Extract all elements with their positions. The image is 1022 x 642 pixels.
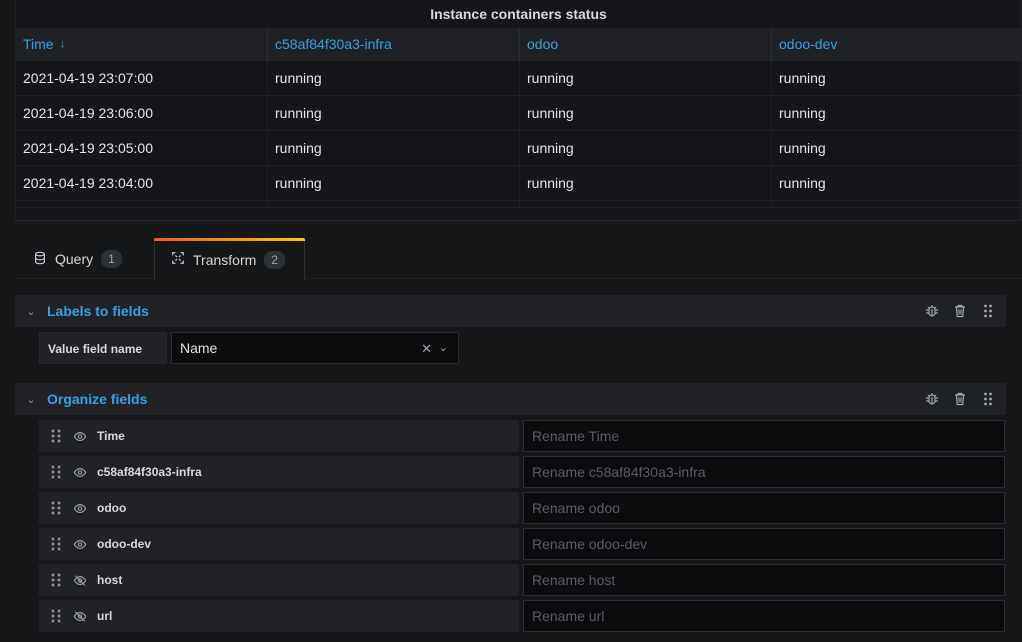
eye-icon[interactable] [73, 465, 87, 480]
table-cell [520, 201, 772, 208]
section-title[interactable]: Labels to fields [47, 303, 149, 319]
field-name: url [97, 609, 113, 623]
chevron-down-icon[interactable]: ⌄ [15, 393, 47, 406]
tab-label: Query [55, 251, 94, 267]
drag-handle-icon[interactable] [980, 303, 996, 319]
eye-slash-icon[interactable] [73, 609, 87, 624]
column-header-label: Time [23, 36, 54, 52]
eye-slash-icon[interactable] [73, 573, 87, 588]
table-cell: running [268, 96, 520, 131]
column-header-label: c58af84f30a3-infra [275, 36, 392, 52]
value-field-name-label: Value field name [39, 332, 167, 364]
drag-handle-icon[interactable] [980, 391, 996, 407]
table-cell: running [520, 131, 772, 166]
eye-icon[interactable] [73, 429, 87, 444]
trash-icon[interactable] [952, 303, 968, 319]
rename-host-input[interactable] [523, 564, 1005, 596]
column-header-odoo[interactable]: odoo [520, 28, 772, 61]
tab-query[interactable]: Query 1 [17, 238, 155, 280]
table-row: 2021-04-19 23:06:00 running running runn… [16, 96, 1021, 131]
table-cell: running [268, 166, 520, 201]
tab-transform[interactable]: Transform 2 [154, 238, 305, 280]
drag-handle-icon[interactable] [39, 572, 73, 588]
table-cell: running [520, 166, 772, 201]
sort-descending-icon: ↓ [59, 38, 66, 50]
value-field-name-select[interactable]: Name ✕ ⌄ [171, 332, 459, 364]
chevron-down-icon[interactable]: ⌄ [15, 305, 47, 318]
field-row-url: url [39, 600, 519, 632]
table-cell [16, 201, 268, 208]
drag-handle-icon[interactable] [39, 536, 73, 552]
value-field-name-row: Value field name Name ✕ ⌄ [39, 332, 459, 364]
debug-bug-icon[interactable] [924, 303, 940, 319]
column-header-label: odoo [527, 36, 559, 52]
field-name: Time [97, 429, 125, 443]
table-cell: running [779, 175, 826, 191]
rename-infra-input[interactable] [523, 456, 1005, 488]
table-cell: 2021-04-19 23:04:00 [16, 166, 268, 201]
tab-count-badge: 1 [101, 250, 122, 268]
table-cell: running [779, 105, 826, 121]
field-row-host: host [39, 564, 519, 596]
rename-url-input[interactable] [523, 600, 1005, 632]
section-actions [924, 295, 996, 327]
table-cell [772, 201, 1021, 208]
section-actions [924, 383, 996, 415]
table-cell: running [520, 61, 772, 96]
column-header-time[interactable]: Time ↓ [16, 28, 268, 61]
column-header-infra[interactable]: c58af84f30a3-infra [268, 28, 520, 61]
field-name: host [97, 573, 123, 587]
table-cell: running [268, 131, 520, 166]
editor-tabs: Query 1 Transform 2 [15, 238, 1022, 280]
table-row-partial [16, 201, 1021, 208]
eye-icon[interactable] [73, 537, 87, 552]
table-cell: 2021-04-19 23:05:00 [16, 131, 268, 166]
column-header-odoo-dev[interactable]: odoo-dev [772, 28, 1021, 61]
rename-odoo-dev-input[interactable] [523, 528, 1005, 560]
table-cell: running [520, 96, 772, 131]
tab-count-badge: 2 [264, 250, 285, 269]
trash-icon[interactable] [952, 391, 968, 407]
tab-label: Transform [193, 251, 257, 268]
panel-title[interactable]: Instance containers status [16, 0, 1021, 28]
table-cell: running [779, 70, 826, 86]
field-row-time: Time [39, 420, 519, 452]
table-cell [268, 201, 520, 208]
column-header-label: odoo-dev [779, 36, 838, 52]
field-row-infra: c58af84f30a3-infra [39, 456, 519, 488]
table-body: 2021-04-19 23:07:00 running running runn… [16, 61, 1021, 208]
table-row: 2021-04-19 23:04:00 running running runn… [16, 166, 1021, 201]
table-cell: 2021-04-19 23:07:00 [16, 61, 268, 96]
table-cell: running [268, 61, 520, 96]
field-row-odoo-dev: odoo-dev [39, 528, 519, 560]
field-name: odoo-dev [97, 537, 151, 551]
select-value: Name [180, 340, 218, 356]
chevron-down-icon[interactable]: ⌄ [439, 341, 448, 354]
drag-handle-icon[interactable] [39, 608, 73, 624]
rename-time-input[interactable] [523, 420, 1005, 452]
field-name: odoo [97, 501, 127, 515]
table-header: Time ↓ c58af84f30a3-infra odoo odoo-dev [16, 28, 1021, 61]
field-row-odoo: odoo [39, 492, 519, 524]
drag-handle-icon[interactable] [39, 464, 73, 480]
debug-bug-icon[interactable] [924, 391, 940, 407]
table-row: 2021-04-19 23:05:00 running running runn… [16, 131, 1021, 166]
eye-icon[interactable] [73, 501, 87, 516]
field-name: c58af84f30a3-infra [97, 465, 202, 479]
transform-icon [171, 251, 185, 268]
table-cell: 2021-04-19 23:06:00 [16, 96, 268, 131]
drag-handle-icon[interactable] [39, 428, 73, 444]
database-icon [33, 251, 47, 268]
table-cell: running [779, 140, 826, 156]
table-panel: Instance containers status Time ↓ c58af8… [15, 0, 1022, 221]
clear-icon[interactable]: ✕ [421, 341, 432, 357]
rename-odoo-input[interactable] [523, 492, 1005, 524]
labels-to-fields-header: ⌄ Labels to fields [15, 295, 1006, 327]
drag-handle-icon[interactable] [39, 500, 73, 516]
organize-fields-header: ⌄ Organize fields [15, 383, 1006, 415]
table-row: 2021-04-19 23:07:00 running running runn… [16, 61, 1021, 96]
section-title[interactable]: Organize fields [47, 391, 147, 407]
